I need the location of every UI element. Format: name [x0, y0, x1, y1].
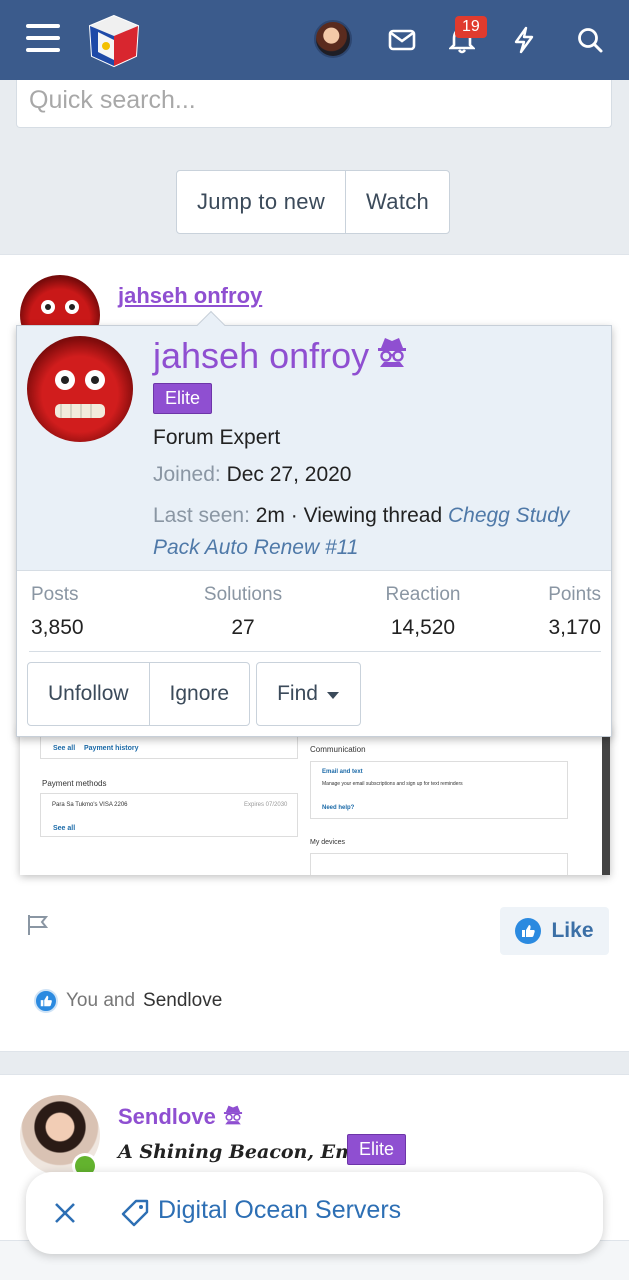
screenshot-need-help: Need help? [322, 805, 355, 811]
like-button-label: Like [551, 919, 594, 942]
screenshot-card-line: Para Sa Tukmo's VISA 2206 [52, 802, 128, 808]
joined-label: Joined: [153, 463, 221, 486]
joined-date: Dec 27, 2020 [226, 463, 352, 486]
thumbs-up-icon [515, 918, 542, 944]
jump-to-new-button[interactable]: Jump to new [177, 171, 345, 233]
screenshot-card-expires: Expires 07/2030 [244, 802, 288, 808]
reaction-user-name[interactable]: Sendlove [143, 990, 222, 1012]
member-avatar[interactable] [27, 336, 133, 442]
screenshot-my-devices-heading: My devices [310, 839, 346, 846]
unfollow-button[interactable]: Unfollow [28, 663, 149, 725]
member-stats: Posts 3,850 Solutions 27 Reaction 14,520… [29, 584, 601, 652]
find-label: Find [277, 682, 318, 705]
search-icon[interactable] [572, 22, 608, 58]
screenshot-see-all-link-2: See all [53, 825, 76, 832]
incognito-icon [222, 1103, 244, 1131]
member-username[interactable]: jahseh onfroy [153, 335, 369, 377]
watch-button[interactable]: Watch [345, 171, 449, 233]
member-joined: Joined: Dec 27, 2020 [153, 463, 352, 487]
mail-icon[interactable] [384, 22, 420, 58]
stat-value: 3,850 [31, 616, 84, 639]
stat-value: 14,520 [390, 616, 456, 639]
stat-reaction[interactable]: Reaction 14,520 [373, 584, 473, 640]
member-tooltip-popup: jahseh onfroy Elite Forum Expert Joined:… [16, 310, 612, 737]
stat-value: 3,170 [548, 616, 601, 639]
screenshot-see-all-link: See all [53, 745, 76, 752]
site-logo[interactable] [86, 12, 142, 70]
attached-screenshot[interactable]: See all Payment history Payment methods … [20, 725, 610, 875]
caret-down-icon [326, 682, 340, 706]
screenshot-card-panel [40, 793, 298, 837]
report-flag-icon[interactable] [26, 913, 50, 937]
stat-value: 27 [231, 616, 255, 639]
ignore-button[interactable]: Ignore [148, 663, 250, 725]
stat-solutions[interactable]: Solutions 27 [195, 584, 291, 640]
last-seen-label: Last seen: [153, 504, 250, 527]
post2-author-name-row: Sendlove [118, 1103, 244, 1131]
top-navigation-bar: 19 [0, 0, 629, 80]
thread-action-buttons: Jump to new Watch [176, 170, 451, 234]
screenshot-email-text: Email and text [322, 769, 363, 775]
menu-icon[interactable] [26, 24, 60, 54]
follow-ignore-group: Unfollow Ignore [27, 662, 251, 726]
stat-points[interactable]: Points 3,170 [548, 584, 601, 640]
stat-label: Solutions [203, 584, 283, 605]
tag-chip[interactable]: Digital Ocean Servers [26, 1172, 603, 1254]
screenshot-payment-history-link: Payment history [84, 745, 139, 752]
screenshot-payment-methods-heading: Payment methods [42, 779, 107, 788]
stat-label: Posts [31, 584, 79, 605]
tag-icon [120, 1198, 150, 1228]
elite-badge-2: Elite [347, 1134, 407, 1165]
reaction-summary[interactable]: You and Sendlove [34, 989, 222, 1013]
quick-search-box [16, 80, 612, 128]
stat-label: Points [548, 584, 601, 605]
elite-badge: Elite [153, 383, 213, 414]
lightning-icon[interactable] [506, 22, 542, 58]
like-button[interactable]: Like [500, 907, 609, 955]
find-dropdown-button[interactable]: Find [257, 663, 360, 725]
close-icon[interactable] [52, 1200, 78, 1226]
tag-chip-label[interactable]: Digital Ocean Servers [158, 1196, 401, 1225]
stat-posts[interactable]: Posts 3,850 [31, 584, 84, 640]
member-action-buttons: Unfollow Ignore Find [27, 662, 361, 726]
screenshot-devices-panel [310, 853, 568, 875]
thumbs-up-reaction-icon [34, 989, 58, 1013]
post2-author-username[interactable]: Sendlove [118, 1104, 216, 1130]
member-title: Forum Expert [153, 426, 281, 449]
incognito-icon [375, 334, 409, 377]
member-name-row: jahseh onfroy [153, 334, 409, 377]
screenshot-email-desc: Manage your email subscriptions and sign… [322, 781, 463, 787]
stat-label: Reaction [385, 584, 461, 605]
user-avatar[interactable] [314, 20, 352, 58]
notification-count-badge: 19 [455, 16, 487, 38]
last-seen-activity: 2m · Viewing thread [255, 504, 443, 527]
screenshot-communication-heading: Communication [310, 745, 366, 754]
member-last-seen: Last seen: 2m · Viewing thread Chegg Stu… [153, 500, 593, 564]
find-group: Find [256, 662, 361, 726]
member-tooltip-header: jahseh onfroy Elite Forum Expert Joined:… [17, 326, 611, 571]
post-author-username[interactable]: jahseh onfroy [118, 283, 262, 309]
reaction-prefix: You and [66, 990, 136, 1011]
quick-search-input[interactable] [29, 86, 589, 115]
